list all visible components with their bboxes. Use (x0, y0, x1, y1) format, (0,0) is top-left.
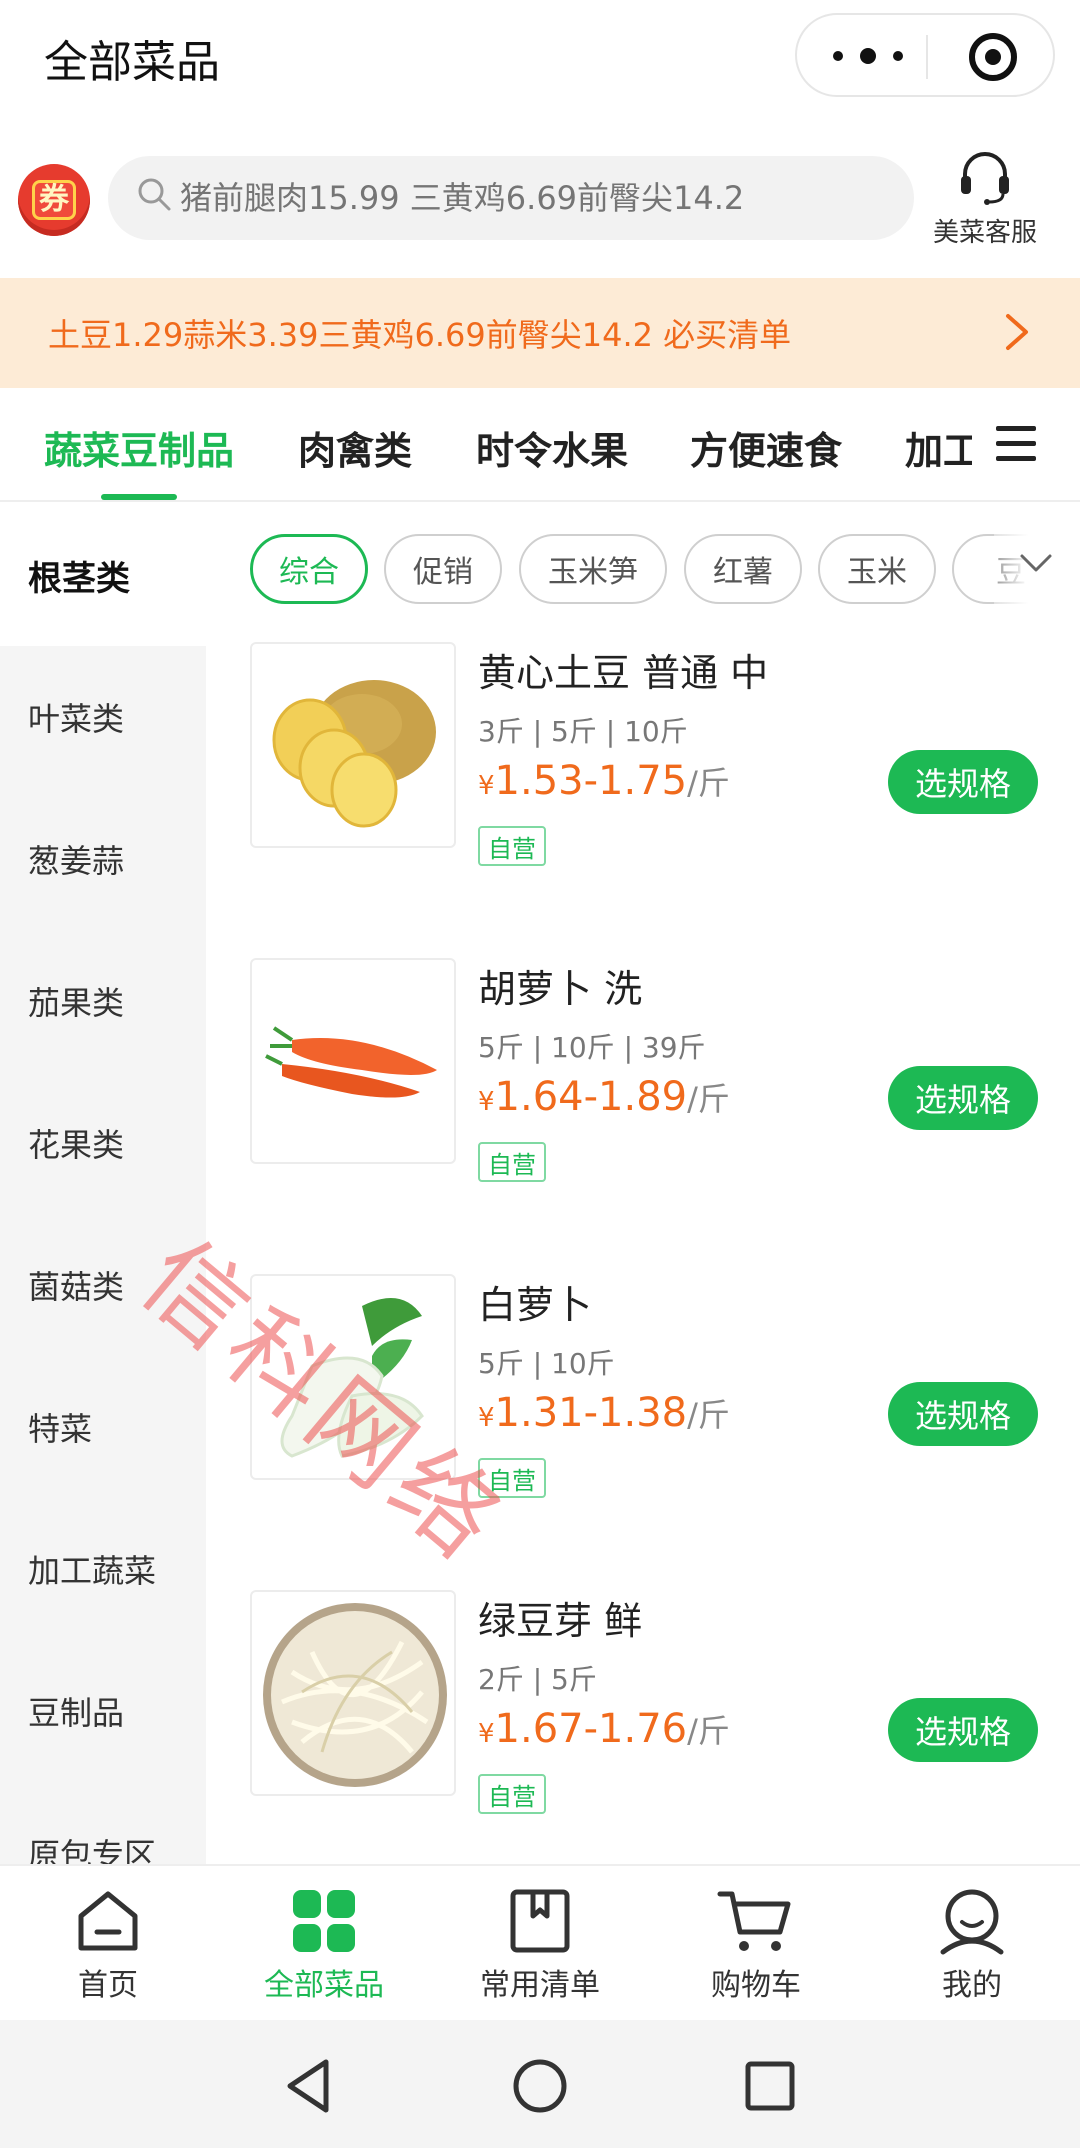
product-card[interactable]: 胡萝卜 洗 5斤 | 10斤 | 39斤 ¥1.64-1.89/斤 自营 选规格 (206, 950, 1080, 1266)
product-specs: 5斤 | 10斤 | 39斤 (478, 1031, 706, 1064)
self-operated-badge: 自营 (478, 1458, 546, 1498)
sidebar-item-processed-veg[interactable]: 加工蔬菜 (0, 1498, 206, 1640)
sidebar-item-solanaceous[interactable]: 茄果类 (0, 930, 206, 1072)
self-operated-badge: 自营 (478, 826, 546, 866)
product-price: ¥1.31-1.38/斤 (478, 1390, 730, 1436)
coupon-icon[interactable]: 券 (18, 164, 90, 236)
tab-vegetables-tofu[interactable]: 蔬菜豆制品 (44, 420, 234, 475)
search-input[interactable] (180, 170, 900, 226)
bookmark-icon (510, 1889, 570, 1953)
self-operated-badge: 自营 (478, 1142, 546, 1182)
product-image-white-radish[interactable] (250, 1274, 456, 1480)
tab-frequent-list-label: 常用清单 (480, 1968, 600, 2003)
grid-icon (293, 1890, 355, 1952)
headset-icon (961, 152, 1009, 205)
sidebar-item-specialty[interactable]: 特菜 (0, 1356, 206, 1498)
page-title: 全部菜品 (44, 37, 220, 88)
bottom-tab-bar: 首页 全部菜品 常用清单 购物车 我的 (0, 1864, 1080, 2020)
active-tab-indicator (101, 494, 177, 500)
product-price: ¥1.64-1.89/斤 (478, 1074, 730, 1120)
self-operated-badge: 自营 (478, 1774, 546, 1814)
user-icon (940, 1889, 1004, 1955)
coupon-label: 券 (32, 180, 76, 220)
promo-banner-text: 土豆1.29蒜米3.39三黄鸡6.69前臀尖14.2 必买清单 (48, 316, 792, 354)
select-spec-button[interactable]: 选规格 (888, 1698, 1038, 1762)
sidebar-item-mushrooms[interactable]: 菌菇类 (0, 1214, 206, 1356)
chip-sweet-potato[interactable]: 红薯 (684, 534, 802, 604)
product-specs: 2斤 | 5斤 (478, 1663, 597, 1696)
capsule-divider (926, 35, 928, 79)
tab-all-dishes-label: 全部菜品 (264, 1968, 384, 2003)
cart-icon (717, 1891, 791, 1951)
home-circle-icon[interactable] (510, 2056, 570, 2116)
tab-home-label: 首页 (78, 1968, 138, 2003)
category-tabs: 蔬菜豆制品 肉禽类 时令水果 方便速食 加工 (0, 390, 1080, 502)
product-specs: 3斤 | 5斤 | 10斤 (478, 715, 688, 748)
tab-cart-label: 购物车 (711, 1968, 801, 2003)
customer-service-label: 美菜客服 (932, 218, 1037, 248)
chip-baby-corn[interactable]: 玉米笋 (519, 534, 667, 604)
customer-service-button[interactable]: 美菜客服 (920, 146, 1050, 256)
more-options-icon[interactable] (833, 41, 903, 71)
product-card[interactable]: 白萝卜 5斤 | 10斤 ¥1.31-1.38/斤 自营 选规格 (206, 1266, 1080, 1582)
tab-all-dishes[interactable]: 全部菜品 (234, 1886, 414, 2004)
sidebar-item-root-veg[interactable]: 根茎类 (0, 504, 206, 646)
select-spec-button[interactable]: 选规格 (888, 1382, 1038, 1446)
tab-mine-label: 我的 (942, 1968, 1002, 2003)
tab-home[interactable]: 首页 (18, 1886, 198, 2004)
menu-icon[interactable] (996, 426, 1040, 462)
product-name: 绿豆芽 鲜 (478, 1599, 643, 1643)
chip-corn[interactable]: 玉米 (818, 534, 936, 604)
sidebar-item-tofu[interactable]: 豆制品 (0, 1640, 206, 1782)
close-program-icon[interactable] (969, 33, 1017, 81)
tab-seasonal-fruit[interactable]: 时令水果 (476, 420, 628, 475)
back-icon[interactable] (280, 2056, 340, 2116)
product-name: 胡萝卜 洗 (478, 967, 643, 1011)
chip-all[interactable]: 综合 (250, 534, 368, 604)
search-row: 券 美菜客服 (0, 140, 1080, 270)
select-spec-button[interactable]: 选规格 (888, 1066, 1038, 1130)
product-card[interactable]: 黄心土豆 普通 中 3斤 | 5斤 | 10斤 ¥1.53-1.75/斤 自营 … (206, 634, 1080, 950)
sidebar-item-original-pack[interactable]: 原包专区 (0, 1782, 206, 1864)
tab-mine[interactable]: 我的 (882, 1886, 1062, 2004)
title-bar: 全部菜品 (0, 0, 1080, 112)
filter-chips: 综合 促销 玉米笋 红薯 玉米 豆 (206, 504, 1080, 634)
product-card[interactable]: 绿豆芽 鲜 2斤 | 5斤 ¥1.67-1.76/斤 自营 选规格 (206, 1582, 1080, 1864)
product-name: 黄心土豆 普通 中 (478, 651, 769, 695)
expand-chips-button[interactable] (994, 504, 1080, 634)
search-box[interactable] (108, 156, 914, 240)
promo-banner[interactable]: 土豆1.29蒜米3.39三黄鸡6.69前臀尖14.2 必买清单 (0, 278, 1080, 388)
chip-promo[interactable]: 促销 (384, 534, 502, 604)
mini-program-capsule (795, 13, 1055, 97)
product-image-potato[interactable] (250, 642, 456, 848)
tab-processed[interactable]: 加工 (905, 420, 981, 475)
tab-frequent-list[interactable]: 常用清单 (450, 1886, 630, 2004)
product-price: ¥1.53-1.75/斤 (478, 758, 730, 804)
tab-cart[interactable]: 购物车 (666, 1886, 846, 2004)
product-price: ¥1.67-1.76/斤 (478, 1706, 730, 1752)
sidebar-item-flower-fruit[interactable]: 花果类 (0, 1072, 206, 1214)
subcategory-sidebar: 根茎类 叶菜类 葱姜蒜 茄果类 花果类 菌菇类 特菜 加工蔬菜 豆制品 原包专区 (0, 504, 206, 1864)
product-image-bean-sprouts[interactable] (250, 1590, 456, 1796)
chevron-down-icon (1020, 554, 1052, 572)
tab-instant-food[interactable]: 方便速食 (690, 420, 842, 475)
chevron-right-icon (1006, 314, 1028, 350)
product-list: 黄心土豆 普通 中 3斤 | 5斤 | 10斤 ¥1.53-1.75/斤 自营 … (206, 634, 1080, 1864)
product-image-carrot[interactable] (250, 958, 456, 1164)
product-name: 白萝卜 (478, 1283, 593, 1327)
search-icon (138, 178, 171, 211)
recents-icon[interactable] (740, 2056, 800, 2116)
system-nav-bar (0, 2020, 1080, 2148)
tab-meat-poultry[interactable]: 肉禽类 (298, 420, 412, 475)
home-icon (78, 1891, 138, 1951)
product-specs: 5斤 | 10斤 (478, 1347, 615, 1380)
select-spec-button[interactable]: 选规格 (888, 750, 1038, 814)
sidebar-item-scallion-ginger-garlic[interactable]: 葱姜蒜 (0, 788, 206, 930)
sidebar-item-leafy[interactable]: 叶菜类 (0, 646, 206, 788)
